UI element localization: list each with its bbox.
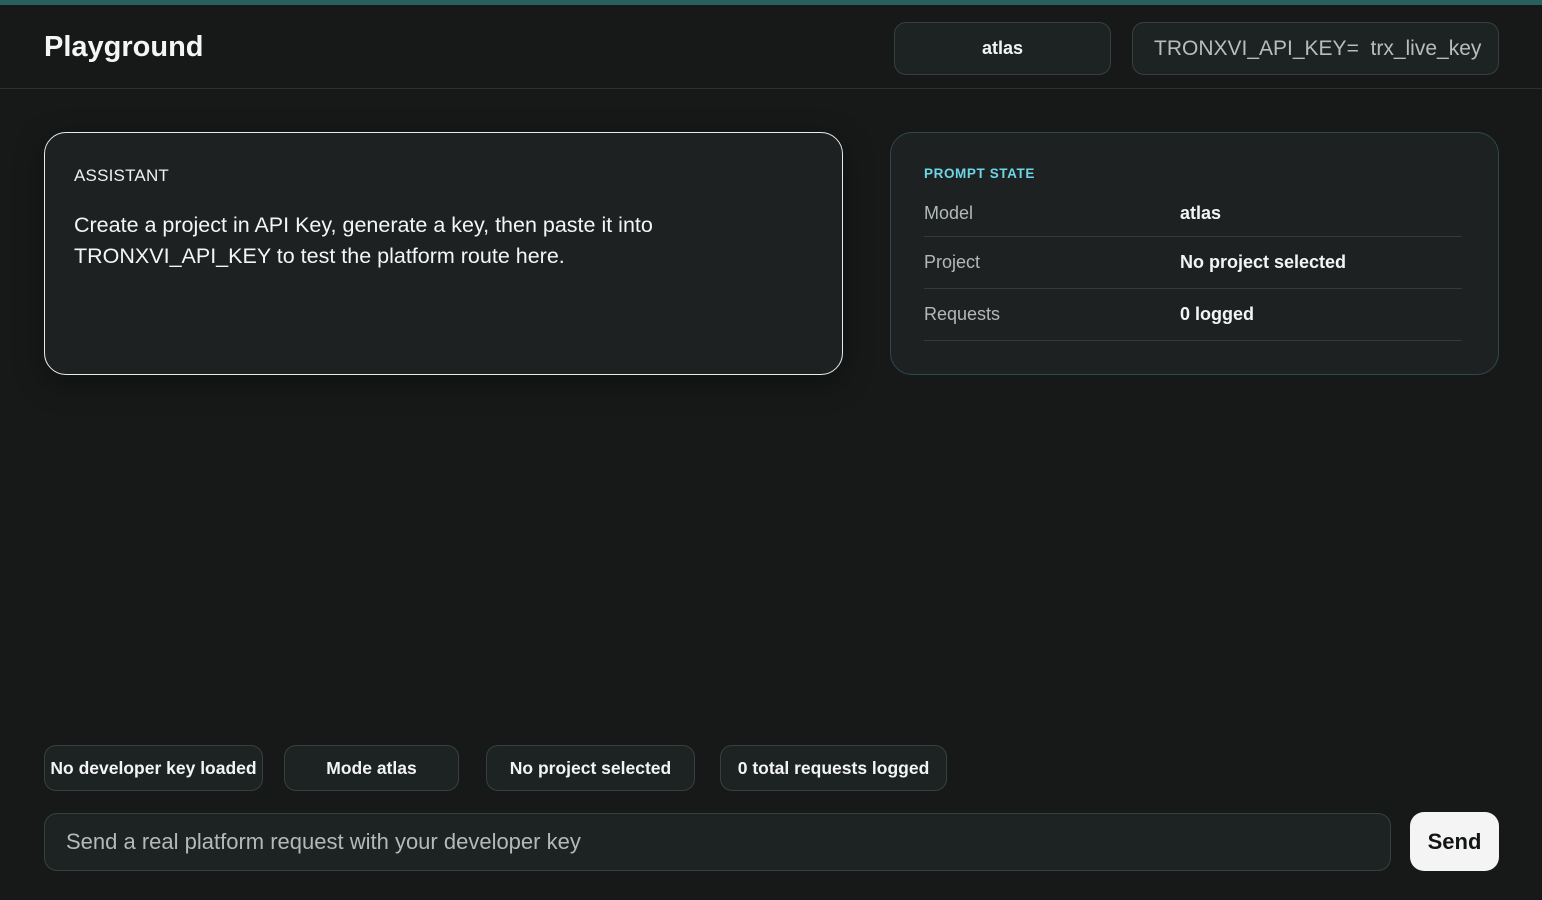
prompt-state-list: Model atlas Project No project selected … xyxy=(924,190,1462,341)
state-value: No project selected xyxy=(1180,252,1347,272)
prompt-input[interactable] xyxy=(44,813,1391,871)
status-chip-requests: 0 total requests logged xyxy=(720,745,947,791)
state-row-model: Model atlas xyxy=(924,190,1462,237)
header: Playground atlas TRONXVI_API_KEY= trx_li… xyxy=(0,5,1542,89)
status-chip-developer-key: No developer key loaded xyxy=(44,745,263,791)
page-title: Playground xyxy=(44,31,204,63)
prompt-state-panel: PROMPT STATE Model atlas Project No proj… xyxy=(890,132,1499,375)
status-chip-mode: Mode atlas xyxy=(284,745,459,791)
send-button[interactable]: Send xyxy=(1410,812,1499,871)
state-value: 0 logged xyxy=(1180,304,1255,324)
assistant-message-card: ASSISTANT Create a project in API Key, g… xyxy=(44,132,843,375)
assistant-message-text: Create a project in API Key, generate a … xyxy=(74,213,653,268)
state-label: Requests xyxy=(924,304,1001,324)
state-value: atlas xyxy=(1180,202,1222,223)
state-row-project: Project No project selected xyxy=(924,237,1462,289)
assistant-role-label: ASSISTANT xyxy=(74,166,170,185)
state-row-requests: Requests 0 logged xyxy=(924,289,1462,341)
status-chip-project: No project selected xyxy=(486,745,695,791)
prompt-state-heading: PROMPT STATE xyxy=(924,166,1035,181)
state-label: Project xyxy=(924,252,981,272)
model-select[interactable]: atlas xyxy=(894,22,1111,75)
api-key-input[interactable]: TRONXVI_API_KEY= trx_live_key xyxy=(1132,22,1499,75)
state-label: Model xyxy=(924,202,974,223)
